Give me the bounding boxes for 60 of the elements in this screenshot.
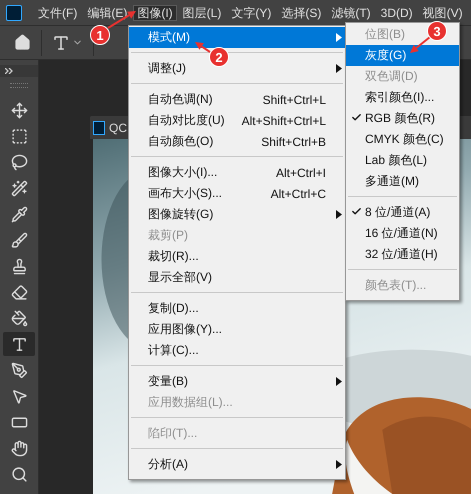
pointer-arrow — [410, 36, 431, 53]
paint-bucket-icon — [10, 310, 28, 326]
brush-icon — [10, 232, 28, 248]
menu-title[interactable]: 文件(F) — [34, 4, 82, 20]
menu-item[interactable]: 自动颜色(O) — [148, 133, 214, 150]
menu-title[interactable]: 选择(S) — [277, 4, 326, 20]
file-icon — [93, 120, 105, 134]
menu-title[interactable]: 图层(L) — [178, 4, 226, 20]
pen-icon — [10, 362, 28, 378]
home-icon[interactable] — [14, 34, 31, 51]
menu-item[interactable]: 计算(C)... — [148, 342, 199, 359]
menu-item[interactable]: 调整(J) — [148, 60, 186, 77]
menu-title[interactable]: 3D(D) — [376, 4, 417, 20]
text-tool-icon[interactable] — [52, 34, 70, 52]
menu-item[interactable]: 自动色调(N) — [148, 91, 213, 108]
magic-wand-icon — [10, 180, 28, 196]
shortcut-text: Alt+Ctrl+I — [276, 166, 326, 180]
shortcut-text: Alt+Ctrl+C — [270, 186, 326, 200]
menu-item[interactable]: 裁切(R)... — [148, 248, 199, 265]
menu-item[interactable]: CMYK 颜色(C) — [365, 131, 444, 148]
move-icon — [10, 102, 28, 118]
search-icon — [10, 466, 28, 482]
menu-title[interactable]: 图像(I) — [133, 4, 177, 20]
menu-item[interactable]: RGB 颜色(R) — [365, 110, 435, 127]
pointer-icon — [10, 388, 28, 404]
stamp-icon — [10, 258, 28, 274]
menu-item[interactable]: 索引颜色(I)... — [365, 89, 434, 106]
shortcut-text: Shift+Ctrl+B — [261, 134, 326, 148]
lasso-icon — [10, 154, 28, 170]
menu-item[interactable]: 模式(M) — [148, 29, 190, 46]
menu-item[interactable]: 多通道(M) — [365, 173, 419, 190]
menu-title[interactable]: 滤镜(T) — [327, 4, 375, 20]
menu-item[interactable]: 8 位/通道(A) — [365, 204, 430, 221]
menu-item[interactable]: 分析(A) — [148, 456, 188, 473]
shortcut-text: Alt+Shift+Ctrl+L — [242, 114, 326, 128]
menu-title[interactable]: 视图(V) — [418, 4, 467, 20]
document-title: QC — [109, 120, 127, 134]
text-tool-icon — [10, 336, 28, 352]
menu-item[interactable]: 显示全部(V) — [148, 269, 212, 286]
menu-item[interactable]: 自动对比度(U) — [148, 112, 225, 129]
menu-item[interactable]: Lab 颜色(L) — [365, 152, 428, 169]
menu-item[interactable]: 应用图像(Y)... — [148, 321, 222, 338]
tool-button[interactable] — [3, 332, 35, 356]
menu-title[interactable]: 文字(Y) — [227, 4, 276, 20]
marquee-icon — [10, 128, 28, 144]
pointer-arrow — [195, 42, 211, 53]
eyedropper-icon — [10, 206, 28, 222]
shortcut-text: Shift+Ctrl+L — [262, 92, 326, 106]
menu-item[interactable]: 图像大小(I)... — [148, 164, 218, 181]
hand-icon — [10, 440, 28, 456]
menu-item[interactable]: 画布大小(S)... — [148, 185, 222, 202]
collapse-icon[interactable] — [5, 68, 13, 74]
menu-item[interactable]: 复制(D)... — [148, 300, 199, 317]
eraser-icon — [10, 284, 28, 300]
menu-item[interactable]: 图像旋转(G) — [148, 206, 214, 223]
menu-item[interactable]: 变量(B) — [148, 373, 188, 390]
menu-item[interactable]: 16 位/通道(N) — [365, 225, 438, 242]
menu-item[interactable]: 32 位/通道(H) — [365, 246, 438, 263]
app-logo-icon[interactable] — [6, 4, 22, 20]
menu-item[interactable]: 灰度(G) — [365, 47, 406, 64]
